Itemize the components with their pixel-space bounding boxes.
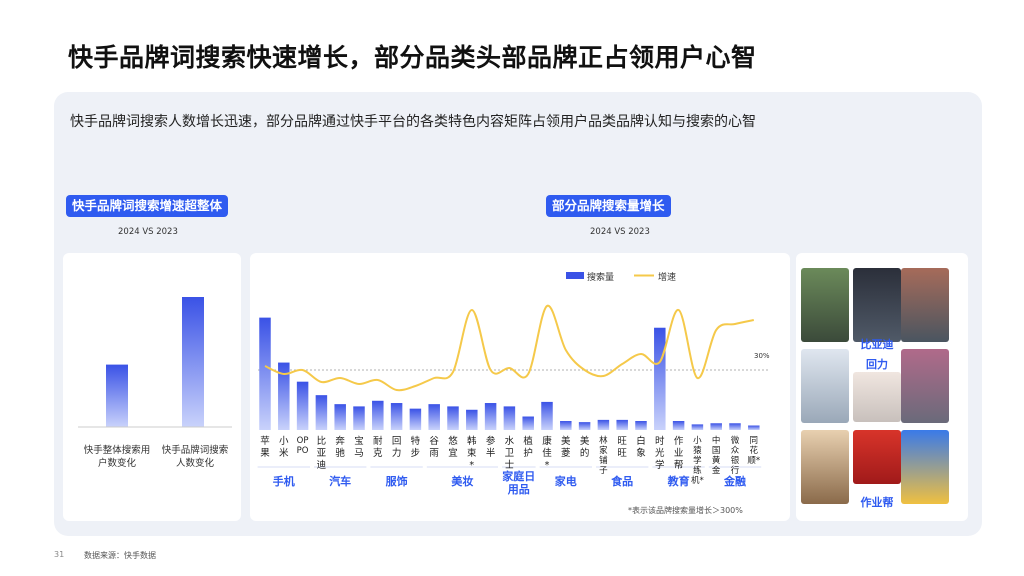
bar-0 bbox=[259, 317, 271, 430]
group-label-7: 教育 bbox=[667, 475, 690, 488]
thumb-byd-3 bbox=[901, 268, 949, 342]
x-label-8: 特步 bbox=[410, 436, 421, 459]
x-label-26: 同花顺* bbox=[747, 436, 761, 466]
thumb-byd-2 bbox=[853, 268, 901, 342]
thumb-huili-2 bbox=[853, 372, 901, 422]
page-number: 31 bbox=[54, 550, 65, 559]
x-label-14: 植护 bbox=[523, 436, 533, 459]
group-label-2: 服饰 bbox=[385, 475, 408, 488]
x-label-2: OPPO bbox=[296, 436, 309, 456]
legend-bar-label: 搜索量 bbox=[587, 273, 615, 283]
bar-12 bbox=[484, 403, 497, 430]
legend-bar-swatch bbox=[566, 272, 584, 279]
bar-22 bbox=[672, 421, 685, 430]
thumb-byd-1 bbox=[801, 268, 849, 342]
left-bar-1 bbox=[182, 297, 204, 427]
x-label-19: 旺旺 bbox=[617, 436, 627, 459]
x-label-15: 康佳* bbox=[542, 436, 552, 471]
bar-9 bbox=[428, 404, 440, 430]
bar-25 bbox=[729, 423, 741, 430]
x-label-24: 中国黄金 bbox=[711, 436, 721, 476]
image-label-zyb: 作业帮 bbox=[860, 496, 894, 509]
x-label-16: 美菱 bbox=[561, 436, 571, 459]
group-label-6: 食品 bbox=[611, 475, 634, 488]
thumb-zyb-3 bbox=[901, 430, 949, 504]
bar-11 bbox=[466, 409, 478, 430]
bar-17 bbox=[578, 422, 591, 430]
x-label-17: 美的 bbox=[579, 436, 590, 459]
thumb-huili-1 bbox=[801, 349, 849, 423]
bar-7 bbox=[390, 403, 403, 430]
group-label-0: 手机 bbox=[272, 475, 295, 488]
x-label-0: 苹果 bbox=[260, 436, 270, 459]
bar-3 bbox=[315, 395, 328, 430]
legend-line-label: 增速 bbox=[658, 273, 677, 283]
image-label-byd: 比亚迪 bbox=[860, 338, 894, 351]
group-label-5: 家电 bbox=[554, 475, 577, 488]
thumb-zyb-2 bbox=[853, 430, 901, 484]
bar-21 bbox=[654, 327, 666, 430]
bar-2 bbox=[296, 381, 309, 430]
x-label-3: 比亚迪 bbox=[316, 436, 327, 471]
x-label-4: 奔驰 bbox=[335, 436, 345, 459]
x-label-25: 微众银行 bbox=[730, 436, 740, 476]
bar-14 bbox=[522, 416, 534, 430]
bar-23 bbox=[691, 424, 704, 430]
left-cat-label-0: 快手整体搜索用户数变化 bbox=[83, 445, 151, 469]
footnote: *表示该品牌搜索量增长＞300% bbox=[628, 506, 743, 515]
x-label-21: 时光学 bbox=[655, 436, 665, 471]
thumb-zyb-1 bbox=[801, 430, 849, 504]
x-label-7: 回力 bbox=[391, 436, 402, 459]
x-label-9: 谷雨 bbox=[429, 436, 439, 459]
bar-8 bbox=[409, 408, 422, 430]
x-label-13: 水卫士 bbox=[504, 436, 515, 471]
image-label-huili: 回力 bbox=[866, 358, 888, 371]
x-label-11: 韩束* bbox=[467, 436, 477, 471]
bar-4 bbox=[334, 404, 346, 430]
bar-26 bbox=[748, 425, 760, 430]
bar-24 bbox=[710, 423, 722, 430]
left-bar-0 bbox=[106, 364, 128, 427]
group-label-4: 家庭日用品 bbox=[502, 470, 536, 496]
x-label-18: 林家铺子 bbox=[599, 436, 608, 476]
thumb-huili-3 bbox=[901, 349, 949, 423]
bar-13 bbox=[503, 406, 516, 430]
bar-19 bbox=[616, 419, 628, 430]
source-note: 数据来源：快手数据 bbox=[84, 551, 156, 560]
x-label-6: 耐克 bbox=[373, 436, 383, 459]
bar-18 bbox=[597, 419, 610, 430]
x-label-1: 小米 bbox=[279, 436, 289, 459]
x-label-22: 作业帮 bbox=[673, 436, 684, 471]
bar-15 bbox=[541, 401, 553, 430]
group-label-3: 美妆 bbox=[451, 475, 474, 488]
group-label-8: 金融 bbox=[724, 475, 746, 488]
left-cat-label-1: 快手品牌词搜索人数变化 bbox=[161, 445, 229, 469]
growth-line bbox=[264, 304, 755, 392]
x-label-5: 宝马 bbox=[354, 436, 364, 459]
bar-20 bbox=[635, 421, 647, 430]
bar-5 bbox=[353, 406, 365, 430]
reference-label: 30% bbox=[754, 352, 770, 360]
x-label-10: 悠宜 bbox=[448, 436, 458, 459]
x-label-12: 参半 bbox=[485, 436, 496, 459]
bar-10 bbox=[447, 406, 459, 430]
x-label-20: 白象 bbox=[636, 436, 646, 459]
group-label-1: 汽车 bbox=[329, 475, 352, 488]
bar-16 bbox=[560, 421, 572, 430]
bar-6 bbox=[372, 400, 384, 430]
